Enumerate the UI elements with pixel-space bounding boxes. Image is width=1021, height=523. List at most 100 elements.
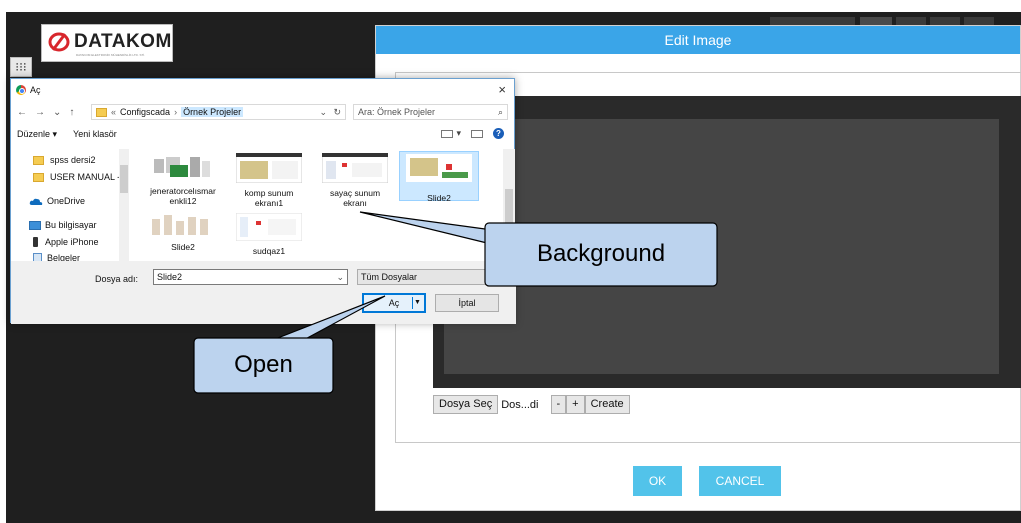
file-item-slide2[interactable]: Slide2	[147, 211, 219, 259]
top-margin	[0, 0, 1021, 12]
nav-scrollbar[interactable]	[119, 149, 129, 261]
nav-item-label: Belgeler	[47, 253, 81, 261]
dialog-footer: Dosya adı: Slide2 ⌄ Tüm Dosyalar Aç ▼ İp…	[11, 261, 516, 324]
screen: DATAKOM DATAKOM ELEKTRONİK MÜHENDİSLİK L…	[0, 0, 1021, 523]
organize-menu[interactable]: Düzenle ▾	[17, 129, 57, 140]
file-name-value: Slide2	[157, 272, 183, 282]
logo-text: DATAKOM	[74, 30, 172, 52]
file-item-komp[interactable]: komp sunum ekranı1	[233, 151, 305, 208]
nav-item-label: Bu bilgisayar	[45, 220, 97, 230]
file-thumbnail	[150, 213, 216, 237]
open-split-arrow-icon[interactable]: ▼	[412, 297, 422, 309]
address-bar[interactable]: « Configscada › Örnek Projeler ⌄ ↻	[91, 104, 346, 120]
nav-item-iphone[interactable]: Apple iPhone	[33, 237, 99, 247]
apps-grid-button[interactable]: ⁝⁝⁝	[10, 57, 32, 77]
file-name-dropdown-icon[interactable]: ⌄	[336, 270, 344, 284]
folder-icon	[33, 172, 44, 182]
file-item-label: komp sunum ekranı1	[244, 188, 294, 208]
file-list-scrollbar-thumb[interactable]	[505, 189, 513, 229]
documents-icon	[33, 253, 42, 261]
file-item-label: sudqaz1	[252, 246, 286, 256]
nav-item-label: spss dersi2	[50, 155, 96, 165]
close-icon[interactable]: ×	[498, 82, 506, 97]
nav-item-spss[interactable]: spss dersi2	[33, 155, 96, 165]
file-item-label: sayaç sunum ekranı	[329, 188, 381, 208]
zoom-out-button[interactable]: -	[550, 395, 567, 414]
view-options-icon[interactable]	[441, 129, 454, 138]
chrome-icon	[16, 85, 26, 95]
file-name-label: Dosya adı:	[95, 274, 139, 284]
search-input[interactable]: Ara: Örnek Projeler ⌕	[353, 104, 508, 120]
back-arrow-icon[interactable]: ←	[17, 107, 27, 118]
cancel-button[interactable]: CANCEL	[699, 466, 781, 496]
help-icon[interactable]: ?	[493, 128, 504, 139]
nav-item-label: USER MANUAL -	[50, 172, 121, 182]
dialog-body: spss dersi2 USER MANUAL - OneDrive Bu bi…	[11, 149, 516, 261]
refresh-icon[interactable]: ↻	[333, 107, 341, 118]
open-button[interactable]: Aç ▼	[362, 293, 426, 313]
file-thumbnail	[235, 152, 303, 184]
file-item-label: Slide2	[171, 242, 195, 252]
open-dialog-title: Aç	[30, 85, 41, 95]
up-arrow-icon[interactable]: ↑	[69, 107, 74, 118]
file-thumbnail	[321, 152, 389, 184]
nav-item-user-manual[interactable]: USER MANUAL -	[33, 172, 120, 182]
edit-image-title: Edit Image	[376, 26, 1020, 54]
nav-item-this-pc[interactable]: Bu bilgisayar	[29, 220, 97, 230]
breadcrumb-configscada[interactable]: Configscada	[120, 107, 170, 117]
file-thumbnail	[406, 154, 472, 182]
datakom-logo: DATAKOM DATAKOM ELEKTRONİK MÜHENDİSLİK L…	[41, 24, 173, 62]
computer-icon	[29, 220, 41, 230]
address-dropdown-icon[interactable]: ⌄	[319, 107, 327, 118]
view-dropdown-icon[interactable]: ▾	[456, 128, 461, 139]
nav-item-onedrive[interactable]: OneDrive	[29, 196, 85, 206]
file-type-select[interactable]: Tüm Dosyalar	[357, 269, 507, 285]
nav-item-documents[interactable]: Belgeler	[33, 253, 80, 261]
file-thumbnail	[150, 153, 216, 181]
file-item-sudqaz1[interactable]: sudqaz1	[233, 211, 305, 259]
open-file-dialog: Aç × ← → ⌄ ↑ « Configscada › Örnek Proje…	[10, 78, 516, 324]
file-item-jenerator[interactable]: jeneratorcelısmar enkli12	[147, 151, 219, 206]
file-item-label: Slide2	[427, 193, 451, 203]
file-type-value: Tüm Dosyalar	[361, 272, 418, 282]
preview-pane-icon[interactable]	[471, 129, 483, 138]
forward-arrow-icon[interactable]: →	[35, 107, 45, 118]
left-margin	[0, 12, 6, 523]
file-item-slide2-selected[interactable]: Slide2	[399, 151, 479, 203]
breadcrumb-prefix: «	[111, 107, 117, 117]
breadcrumb-separator: ›	[174, 107, 178, 117]
search-placeholder: Ara: Örnek Projeler	[358, 107, 436, 117]
file-item-sayac[interactable]: sayaç sunum ekranı	[319, 151, 391, 208]
datakom-logo-icon	[48, 32, 70, 51]
chosen-file-name: Dos...di	[501, 398, 539, 411]
file-item-label: jeneratorcelısmar enkli12	[150, 186, 216, 206]
file-list: jeneratorcelısmar enkli12 komp sunum ekr…	[133, 149, 503, 261]
recent-locations-icon[interactable]: ⌄	[53, 107, 61, 118]
dialog-toolbar: Düzenle ▾ Yeni klasör ▾ ?	[11, 123, 514, 145]
navigation-pane: spss dersi2 USER MANUAL - OneDrive Bu bi…	[11, 149, 129, 261]
nav-scrollbar-thumb[interactable]	[120, 165, 128, 193]
onedrive-icon	[29, 198, 43, 205]
file-thumbnail	[235, 212, 303, 242]
search-icon: ⌕	[497, 107, 503, 117]
open-callout-label: Open	[234, 351, 293, 378]
address-bar-row: ← → ⌄ ↑ « Configscada › Örnek Projeler ⌄…	[11, 101, 514, 123]
choose-file-button[interactable]: Dosya Seç	[433, 395, 499, 414]
create-button[interactable]: Create	[584, 395, 630, 414]
folder-icon	[33, 155, 44, 165]
nav-item-label: Apple iPhone	[45, 237, 99, 247]
logo-subtext: DATAKOM ELEKTRONİK MÜHENDİSLİK LTD. ŞTİ.	[76, 52, 146, 56]
phone-icon	[33, 237, 38, 247]
background-callout-label: Background	[536, 240, 666, 267]
ok-button[interactable]: OK	[633, 466, 682, 496]
open-button-label: Aç	[388, 298, 400, 308]
folder-icon	[96, 107, 107, 117]
new-folder-button[interactable]: Yeni klasör	[73, 129, 117, 139]
file-name-input[interactable]: Slide2 ⌄	[153, 269, 348, 285]
breadcrumb-ornek-projeler[interactable]: Örnek Projeler	[181, 107, 244, 117]
toolbar-right: ▾ ?	[437, 128, 504, 139]
open-dialog-titlebar: Aç ×	[11, 79, 514, 101]
zoom-in-button[interactable]: +	[566, 395, 585, 414]
dialog-cancel-button[interactable]: İptal	[435, 294, 499, 312]
nav-item-label: OneDrive	[47, 196, 86, 206]
